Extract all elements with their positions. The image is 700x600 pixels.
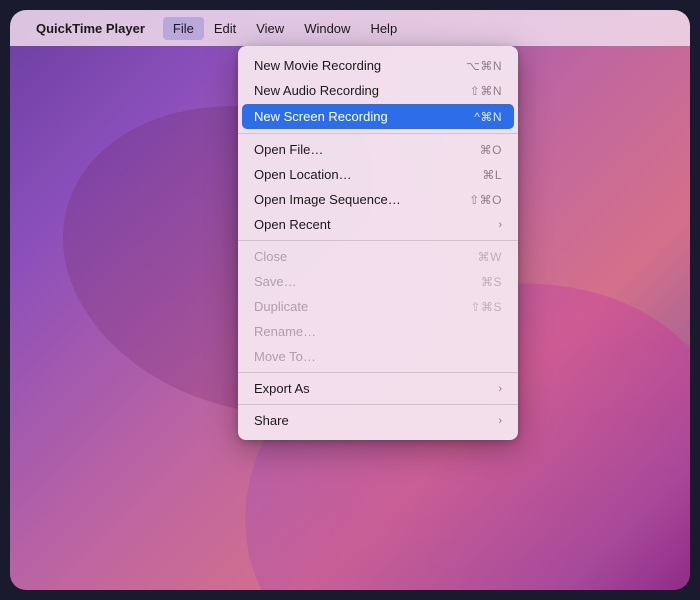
open-location-shortcut: ⌘L [482,168,502,182]
rename-item[interactable]: Rename… [238,319,518,344]
export-section: Export As › [238,373,518,405]
new-screen-shortcut: ^⌘N [474,110,502,124]
open-section: Open File… ⌘O Open Location… ⌘L Open Ima… [238,134,518,241]
app-name: QuickTime Player [36,21,145,36]
export-as-arrow: › [498,383,502,395]
move-to-item[interactable]: Move To… [238,344,518,369]
file-ops-section: Close ⌘W Save… ⌘S Duplicate ⇧⌘S Rename… … [238,241,518,373]
open-file-shortcut: ⌘O [480,143,502,157]
open-file-label: Open File… [254,142,480,157]
new-screen-recording[interactable]: New Screen Recording ^⌘N [242,104,514,129]
export-as-item[interactable]: Export As › [238,376,518,401]
save-label: Save… [254,274,481,289]
new-audio-label: New Audio Recording [254,83,470,98]
save-shortcut: ⌘S [481,275,502,289]
open-file[interactable]: Open File… ⌘O [238,137,518,162]
recording-section: New Movie Recording ⌥⌘N New Audio Record… [238,50,518,134]
rename-label: Rename… [254,324,502,339]
menu-file[interactable]: File [163,17,204,40]
duplicate-item[interactable]: Duplicate ⇧⌘S [238,294,518,319]
new-screen-label: New Screen Recording [254,109,474,124]
menu-view[interactable]: View [246,17,294,40]
new-movie-label: New Movie Recording [254,58,466,73]
menu-edit[interactable]: Edit [204,17,246,40]
share-item[interactable]: Share › [238,408,518,433]
open-recent-arrow: › [498,219,502,231]
menu-help[interactable]: Help [360,17,407,40]
share-section: Share › [238,405,518,436]
new-movie-shortcut: ⌥⌘N [466,59,502,73]
new-audio-recording[interactable]: New Audio Recording ⇧⌘N [238,78,518,103]
open-image-shortcut: ⇧⌘O [469,193,502,207]
move-to-label: Move To… [254,349,502,364]
share-arrow: › [498,415,502,427]
duplicate-label: Duplicate [254,299,470,314]
open-image-sequence[interactable]: Open Image Sequence… ⇧⌘O [238,187,518,212]
share-label: Share [254,413,498,428]
open-location[interactable]: Open Location… ⌘L [238,162,518,187]
open-recent-label: Open Recent [254,217,498,232]
open-recent[interactable]: Open Recent › [238,212,518,237]
new-movie-recording[interactable]: New Movie Recording ⌥⌘N [238,53,518,78]
close-item[interactable]: Close ⌘W [238,244,518,269]
menubar: QuickTime Player File Edit View Window H… [10,10,690,46]
open-image-label: Open Image Sequence… [254,192,469,207]
close-label: Close [254,249,478,264]
file-menu-dropdown: New Movie Recording ⌥⌘N New Audio Record… [238,46,518,440]
close-shortcut: ⌘W [478,250,502,264]
duplicate-shortcut: ⇧⌘S [470,300,502,314]
export-as-label: Export As [254,381,498,396]
open-location-label: Open Location… [254,167,482,182]
new-audio-shortcut: ⇧⌘N [470,84,502,98]
menu-window[interactable]: Window [294,17,360,40]
save-item[interactable]: Save… ⌘S [238,269,518,294]
screen-container: QuickTime Player File Edit View Window H… [10,10,690,590]
